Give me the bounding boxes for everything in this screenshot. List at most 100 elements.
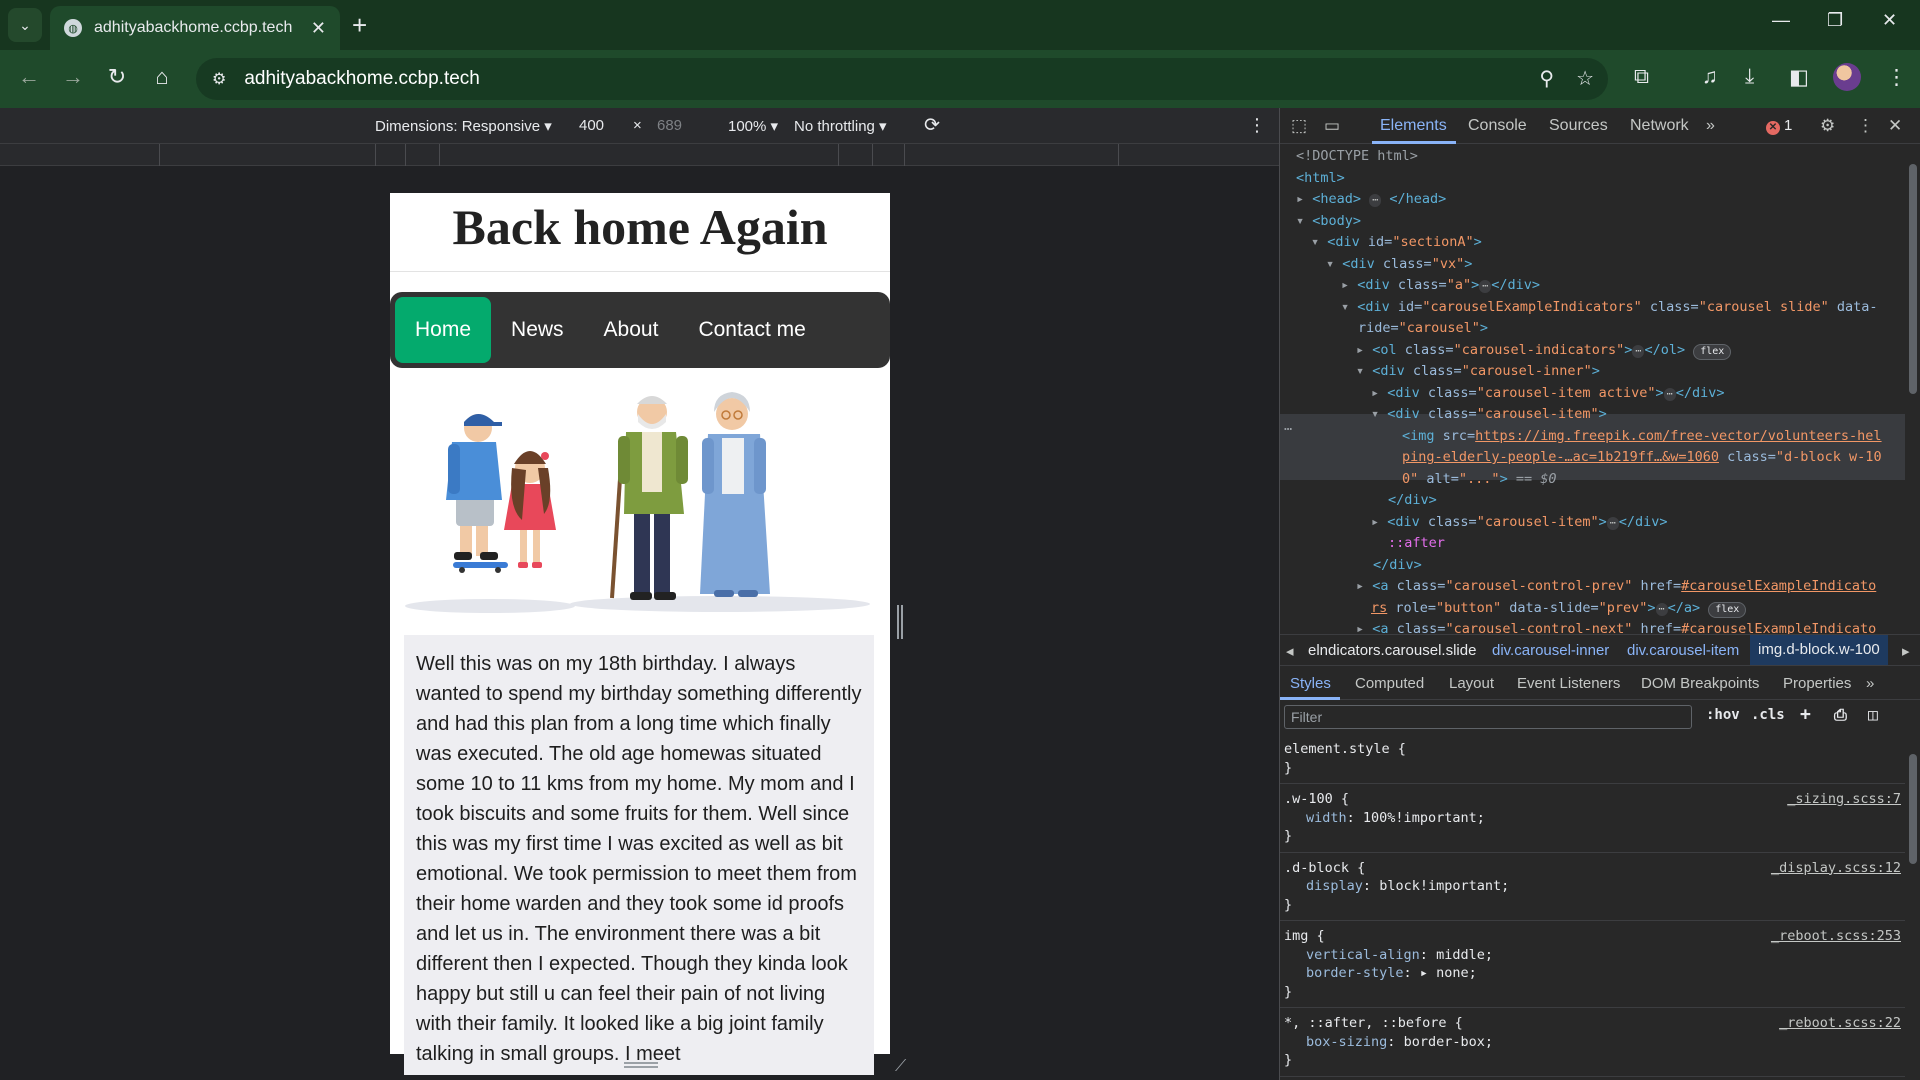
close-tab-icon[interactable]: ✕ [311, 18, 326, 39]
breadcrumb-scroll-right-icon[interactable]: ▸ [1902, 642, 1910, 660]
tab-dom-breakpoints[interactable]: DOM Breakpoints [1641, 675, 1759, 692]
inspect-icon[interactable]: ⬚ [1291, 116, 1307, 136]
rule-source-link[interactable]: _reboot.scss:253 [1771, 927, 1901, 946]
nav-news[interactable]: News [491, 297, 584, 363]
breadcrumb-item[interactable]: elndicators.carousel.slide [1308, 642, 1476, 659]
tab-layout[interactable]: Layout [1449, 675, 1494, 692]
dom-tree[interactable]: <!DOCTYPE html> <html> ▸ <head> ⋯ </head… [1280, 146, 1905, 634]
dom-pseudo-after[interactable]: ::after [1388, 533, 1445, 555]
width-input[interactable]: 400 [579, 117, 604, 134]
css-declaration[interactable]: vertical-align: middle; [1284, 946, 1901, 965]
dom-node-selected[interactable]: <img src=https://img.freepik.com/free-ve… [1402, 426, 1882, 448]
more-options-icon[interactable]: ⋮ [1248, 115, 1266, 136]
dom-node[interactable]: </div> [1388, 490, 1437, 512]
tab-network[interactable]: Network [1630, 117, 1689, 135]
dom-node[interactable]: ▾ <body> [1296, 211, 1361, 233]
extensions-icon[interactable]: ⧉ [1634, 65, 1649, 89]
dom-node[interactable]: ▾ <div class="carousel-inner"> [1356, 361, 1600, 383]
dom-node[interactable]: ▸ <a class="carousel-control-prev" href=… [1356, 576, 1876, 598]
tab-list-button[interactable]: ⌄ [8, 8, 42, 42]
add-rule-icon[interactable]: + [1800, 704, 1811, 725]
hov-toggle[interactable]: :hov [1706, 707, 1740, 723]
tab-console[interactable]: Console [1468, 117, 1527, 135]
dom-node[interactable]: ▸ <ol class="carousel-indicators"> ⋯ </ol>… [1356, 340, 1732, 362]
dom-node[interactable]: ▾ <div id="sectionA"> [1311, 232, 1482, 254]
cls-toggle[interactable]: .cls [1751, 707, 1785, 723]
dom-node[interactable]: ▸ <head> ⋯ </head> [1296, 189, 1446, 211]
address-bar[interactable]: ⚙ adhityabackhome.ccbp.tech ⚲ ☆ [196, 58, 1608, 100]
tab-event-listeners[interactable]: Event Listeners [1517, 675, 1620, 692]
back-arrow-icon[interactable]: ← [14, 64, 44, 90]
zoom-icon[interactable]: ⚲ [1539, 66, 1554, 91]
browser-tab[interactable]: ◍ adhityabackhome.ccbp.tech ✕ [50, 6, 340, 50]
menu-icon[interactable]: ⋮ [1886, 65, 1907, 90]
styles-scrollbar[interactable] [1906, 734, 1920, 1080]
minimize-icon[interactable]: — [1772, 10, 1790, 31]
dom-node[interactable]: <html> [1296, 168, 1345, 190]
tab-properties[interactable]: Properties [1783, 675, 1851, 692]
dom-node[interactable]: ▸ <div class="carousel-item"> ⋯ </div> [1371, 512, 1668, 534]
zoom-select[interactable]: 100% ▾ [728, 117, 778, 135]
breadcrumb-item[interactable]: div.carousel-item [1627, 642, 1739, 659]
css-rule[interactable]: *, ::after, ::before { _reboot.scss:22 b… [1280, 1008, 1905, 1077]
css-declaration[interactable]: box-sizing: border-box; [1284, 1033, 1901, 1052]
dom-node[interactable]: ▸ <div class="a"> ⋯ </div> [1341, 275, 1540, 297]
breadcrumb-scroll-left-icon[interactable]: ◂ [1286, 642, 1294, 660]
resize-handle-right[interactable] [897, 605, 903, 639]
star-icon[interactable]: ☆ [1576, 66, 1594, 91]
home-icon[interactable]: ⌂ [147, 64, 177, 90]
side-panel-icon[interactable]: ◧ [1789, 65, 1809, 90]
rotate-icon[interactable]: ⟳ [924, 114, 940, 137]
error-counter[interactable]: ✕ 1 [1766, 117, 1792, 135]
media-query-ruler[interactable] [0, 144, 1279, 166]
kebab-icon[interactable]: ⋮ [1857, 116, 1874, 136]
row-dots[interactable]: … [1284, 416, 1292, 438]
tab-elements[interactable]: Elements [1380, 117, 1447, 135]
more-subtabs-icon[interactable]: » [1866, 675, 1874, 692]
tab-computed[interactable]: Computed [1355, 675, 1424, 692]
throttling-select[interactable]: No throttling ▾ [794, 117, 887, 135]
dimensions-select[interactable]: Dimensions: Responsive ▾ [375, 117, 552, 135]
reload-icon[interactable]: ↻ [102, 64, 132, 90]
site-info-icon[interactable]: ⚙ [212, 69, 226, 89]
dom-node[interactable]: ▸ <div class="carousel-item active"> ⋯ </d… [1371, 383, 1724, 405]
dom-node[interactable]: ▸ <a class="carousel-control-next" href=… [1356, 619, 1876, 634]
css-declaration[interactable]: width: 100%!important; [1284, 809, 1901, 828]
dom-node[interactable]: </div> [1373, 555, 1422, 577]
css-rule[interactable]: .d-block { _display.scss:12 display: blo… [1280, 853, 1905, 921]
css-declaration[interactable]: display: block!important; [1284, 877, 1901, 896]
download-icon[interactable]: ⤓ [1745, 65, 1754, 89]
styles-pane[interactable]: element.style { } .w-100 { _sizing.scss:… [1280, 734, 1905, 1080]
sidebar-toggle-icon[interactable]: ◫ [1868, 705, 1878, 724]
paint-icon[interactable]: ⎙ [1834, 705, 1847, 725]
media-icon[interactable]: ♫ [1702, 65, 1718, 89]
css-rule[interactable]: .w-100 { _sizing.scss:7 width: 100%!impo… [1280, 784, 1905, 853]
breadcrumb-item[interactable]: div.carousel-inner [1492, 642, 1609, 659]
dom-node[interactable]: ▾ <div class="carousel-item"> [1371, 404, 1607, 426]
restore-icon[interactable]: ❐ [1827, 10, 1843, 31]
close-icon[interactable]: ✕ [1888, 116, 1902, 136]
device-toggle-icon[interactable]: ▭ [1324, 116, 1340, 136]
nav-home[interactable]: Home [395, 297, 492, 363]
avatar[interactable] [1833, 63, 1861, 91]
css-declaration[interactable]: border-style: ▸ none; [1284, 964, 1901, 983]
rule-source-link[interactable]: _sizing.scss:7 [1787, 790, 1901, 809]
plus-icon[interactable]: + [352, 10, 367, 40]
resize-corner-icon[interactable]: ⟋ [895, 1058, 913, 1076]
css-rule[interactable]: img { _reboot.scss:253 vertical-align: m… [1280, 921, 1905, 1008]
rule-source-link[interactable]: _display.scss:12 [1771, 859, 1901, 878]
css-rule[interactable]: element.style { } [1280, 734, 1905, 784]
tab-styles[interactable]: Styles [1290, 675, 1331, 692]
filter-input[interactable]: Filter [1284, 705, 1692, 729]
close-window-icon[interactable]: ✕ [1882, 10, 1897, 31]
tab-sources[interactable]: Sources [1549, 117, 1608, 135]
dom-scrollbar[interactable] [1906, 146, 1920, 634]
rule-source-link[interactable]: _reboot.scss:22 [1779, 1014, 1901, 1033]
gear-icon[interactable]: ⚙ [1820, 116, 1835, 136]
more-tabs-icon[interactable]: » [1706, 117, 1715, 135]
dom-doctype[interactable]: <!DOCTYPE html> [1296, 146, 1418, 168]
resize-handle-bottom[interactable] [624, 1062, 658, 1068]
height-input[interactable]: 689 [657, 117, 682, 134]
dom-node[interactable]: ▾ <div class="vx"> [1326, 254, 1472, 276]
forward-arrow-icon[interactable]: → [58, 64, 88, 90]
